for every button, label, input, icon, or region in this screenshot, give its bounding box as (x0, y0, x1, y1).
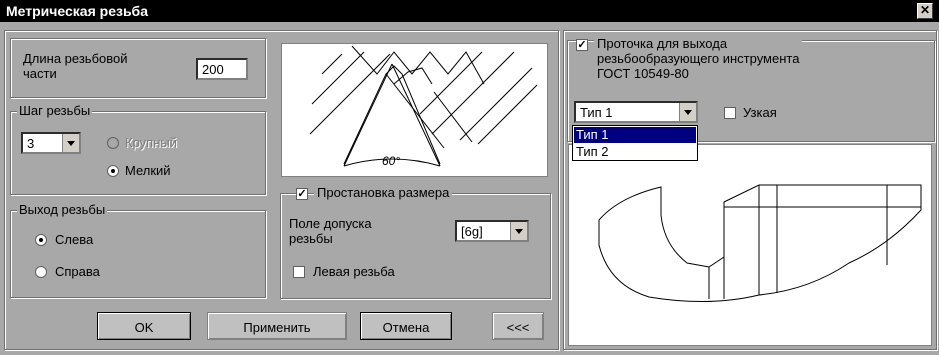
title-bar[interactable]: Метрическая резьба ✕ (0, 0, 939, 22)
groove-type-select[interactable]: Тип 1 (574, 101, 698, 123)
dimension-legend: Простановка размера (314, 185, 453, 200)
exit-left-label: Слева (55, 232, 94, 247)
pitch-legend: Шаг резьбы (17, 103, 93, 118)
narrow-label: Узкая (743, 105, 777, 120)
apply-button-label: Применить (243, 320, 311, 335)
length-input[interactable]: 200 (196, 58, 248, 80)
pitch-value: 3 (27, 136, 35, 151)
groove-legend: Проточка для выхода резьбообразующего ин… (594, 36, 803, 81)
thread-exit-legend: Выход резьбы (17, 202, 108, 217)
pitch-group: Шаг резьбы 3 Крупный Мелкий (10, 103, 266, 195)
length-value: 200 (202, 62, 224, 77)
thread-profile-drawing: 60° (309, 45, 538, 168)
groove-type-option-2[interactable]: Тип 2 (574, 144, 696, 160)
tolerance-label: Поле допуска резьбы (289, 216, 372, 246)
radio-exit-left[interactable] (35, 234, 47, 246)
groove-legend-line3: ГОСТ 10549-80 (597, 66, 689, 81)
pitch-select[interactable]: 3 (21, 132, 81, 154)
cancel-button[interactable]: Отмена (360, 312, 452, 340)
dialog-window: Метрическая резьба ✕ Длина резьбовой час… (0, 0, 939, 355)
collapse-button[interactable]: <<< (492, 312, 544, 340)
narrow-checkbox[interactable] (724, 107, 736, 119)
dimension-group: ✓ Простановка размера Поле допуска резьб… (280, 185, 551, 299)
groove-type-option-1[interactable]: Тип 1 (574, 127, 696, 143)
groove-profile-diagram (568, 144, 932, 346)
ok-button-label: OK (134, 320, 154, 335)
groove-legend-line2: резьбообразующего инструмента (597, 51, 800, 66)
radio-exit-right[interactable] (35, 266, 47, 278)
fine-label: Мелкий (125, 163, 171, 178)
collapse-button-label: <<< (506, 320, 530, 335)
window-title: Метрическая резьба (6, 3, 148, 19)
close-icon: ✕ (919, 3, 931, 17)
chevron-down-icon[interactable] (62, 134, 79, 152)
chevron-down-icon[interactable] (510, 222, 527, 240)
groove-legend-line1: Проточка для выхода (597, 36, 728, 51)
thread-exit-group: Выход резьбы Слева Справа (10, 202, 266, 298)
radio-fine[interactable] (107, 165, 119, 177)
angle-label: 60° (382, 154, 400, 168)
ok-button[interactable]: OK (97, 312, 191, 340)
coarse-label: Крупный (125, 135, 177, 150)
length-label: Длина резьбовой части (23, 51, 128, 81)
exit-right-label: Справа (55, 264, 100, 279)
apply-button[interactable]: Применить (207, 312, 347, 340)
cancel-button-label: Отмена (382, 320, 430, 335)
dimension-checkbox[interactable]: ✓ (296, 188, 308, 200)
tolerance-select[interactable]: [6g] (455, 220, 529, 242)
left-thread-checkbox[interactable] (293, 266, 305, 278)
radio-coarse[interactable] (107, 137, 119, 149)
close-button[interactable]: ✕ (917, 3, 933, 19)
tolerance-value: [6g] (461, 224, 483, 239)
left-thread-label: Левая резьба (313, 264, 395, 279)
length-group: Длина резьбовой части 200 (10, 38, 266, 98)
groove-checkbox[interactable]: ✓ (576, 39, 588, 51)
chevron-down-icon[interactable] (679, 103, 696, 121)
groove-type-dropdown-list: Тип 1 Тип 2 (572, 125, 698, 161)
groove-profile-drawing (598, 184, 922, 303)
thread-profile-diagram: 60° (281, 43, 548, 177)
groove-type-value: Тип 1 (580, 105, 613, 120)
